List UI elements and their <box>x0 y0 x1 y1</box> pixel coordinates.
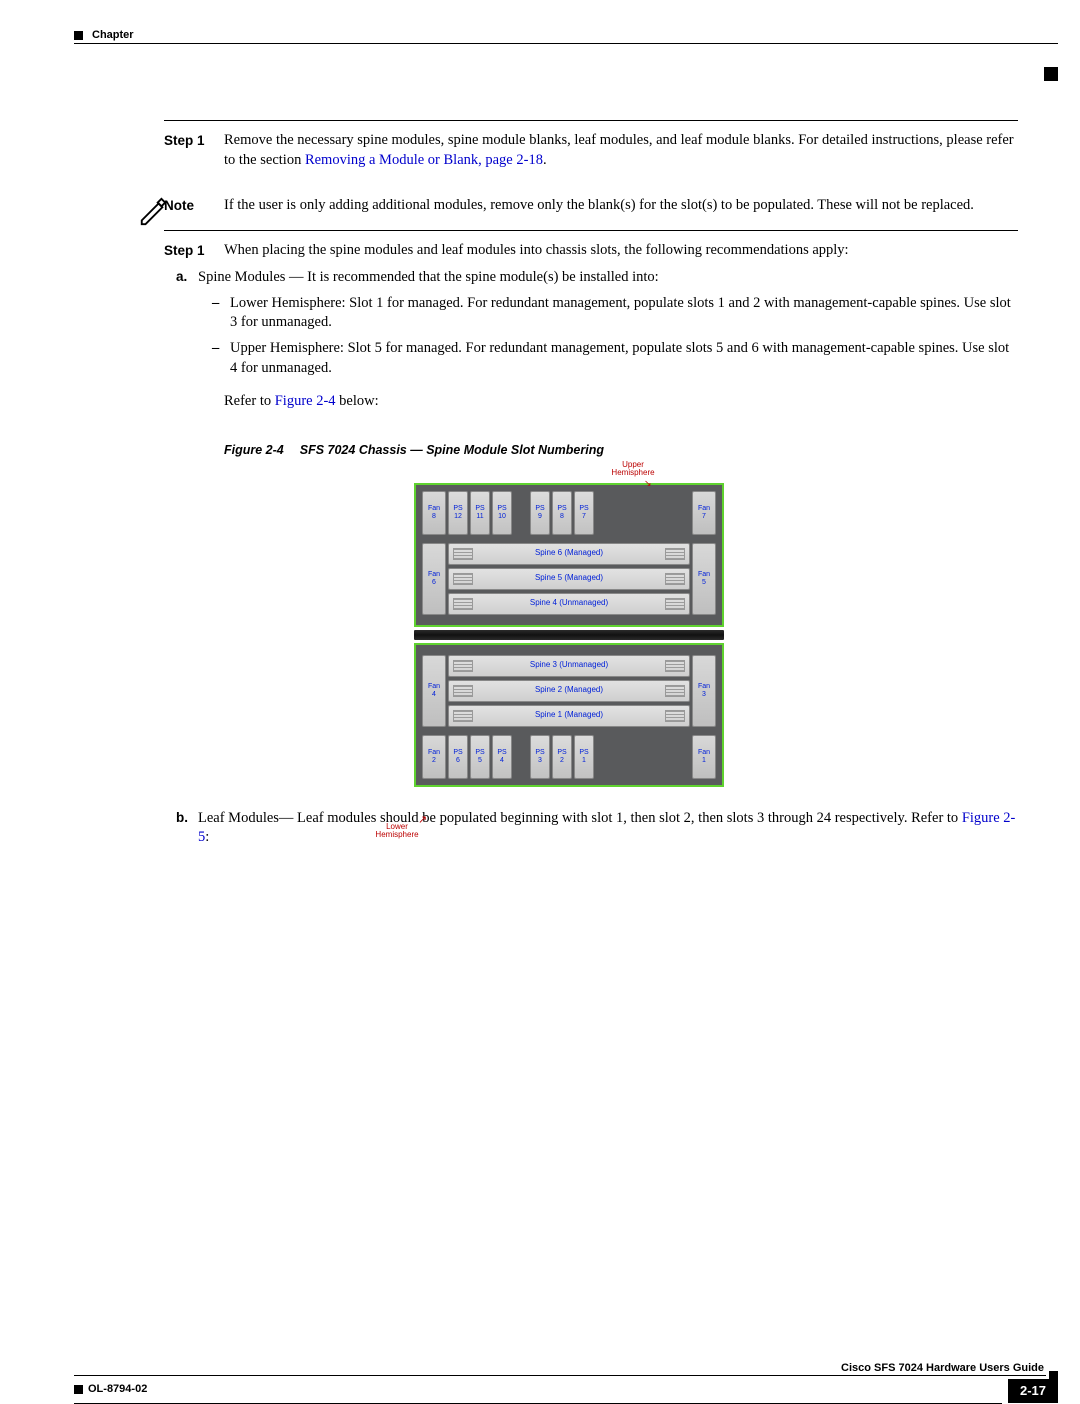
spine-slot: Spine 5 (Managed) <box>448 568 690 590</box>
ps-unit: PS6 <box>448 735 468 779</box>
step-body: Remove the necessary spine modules, spin… <box>224 131 1018 170</box>
ps-unit: PS5 <box>470 735 490 779</box>
ps-unit: PS1 <box>574 735 594 779</box>
list-text: Spine Modules — It is recommended that t… <box>198 268 1018 288</box>
section-rule <box>164 230 1018 231</box>
upper-hemisphere: Fan8 PS12 PS11 PS10 PS9 PS8 PS7 Fan7 Fan… <box>414 483 724 627</box>
footer-rule <box>74 1375 1046 1376</box>
footer-doc-id: OL-8794-02 <box>88 1382 147 1397</box>
ps-group: PS12 PS11 PS10 PS9 PS8 PS7 <box>448 491 690 535</box>
decor-square <box>74 31 83 40</box>
page-header: Chapter <box>74 29 1058 43</box>
chassis-diagram: Upper Hemisphere ↘ Fan8 PS12 PS11 PS10 P… <box>414 465 724 787</box>
spine-slot: Spine 1 (Managed) <box>448 705 690 727</box>
fan-unit: Fan6 <box>422 543 446 615</box>
dash-item: – Upper Hemisphere: Slot 5 for managed. … <box>212 339 1018 378</box>
chapter-label: Chapter <box>92 28 134 43</box>
ps-unit: PS7 <box>574 491 594 535</box>
dash-text: Lower Hemisphere: Slot 1 for managed. Fo… <box>230 294 1018 333</box>
header-rule <box>74 43 1058 44</box>
ps-unit: PS8 <box>552 491 572 535</box>
arrow-icon: ↘ <box>644 477 652 489</box>
refer-line: Refer to Figure 2-4 below: <box>224 392 1018 412</box>
fan-unit: Fan5 <box>692 543 716 615</box>
fan-unit: Fan4 <box>422 655 446 727</box>
step-body: When placing the spine modules and leaf … <box>224 241 1018 261</box>
note-label: Note <box>164 196 224 216</box>
spine-slot: Spine 4 (Unmanaged) <box>448 593 690 615</box>
page-content: Step 1 Remove the necessary spine module… <box>164 120 1018 848</box>
decor-square <box>74 1385 83 1394</box>
spine-block: Fan6 Spine 6 (Managed) Spine 5 (Managed)… <box>422 539 716 619</box>
figure-title: SFS 7024 Chassis — Spine Module Slot Num… <box>300 443 604 457</box>
fan-unit: Fan8 <box>422 491 446 535</box>
figure-number: Figure 2-4 <box>224 443 284 457</box>
fan-unit: Fan7 <box>692 491 716 535</box>
refer-post: below: <box>336 393 379 409</box>
ps-group: PS6 PS5 PS4 PS3 PS2 PS1 <box>448 735 690 779</box>
step-label: Step 1 <box>164 131 224 170</box>
xref-link[interactable]: Removing a Module or Blank, page 2-18 <box>305 152 543 168</box>
fan-unit: Fan2 <box>422 735 446 779</box>
footer-guide-title: Cisco SFS 7024 Hardware Users Guide <box>841 1361 1044 1376</box>
upper-hemi-label: Upper Hemisphere <box>606 461 660 479</box>
fan-unit: Fan1 <box>692 735 716 779</box>
step-row: Step 1 Remove the necessary spine module… <box>164 131 1018 170</box>
dash-marker: – <box>212 339 230 378</box>
refer-pre: Refer to <box>224 393 275 409</box>
xref-link[interactable]: Figure 2-4 <box>275 393 336 409</box>
spine-block: Fan4 Spine 3 (Unmanaged) Spine 2 (Manage… <box>422 651 716 731</box>
sub-a: a. Spine Modules — It is recommended tha… <box>176 268 1018 288</box>
list-text: Leaf Modules— Leaf modules should be pop… <box>198 809 1018 848</box>
list-marker: a. <box>176 268 198 288</box>
ps-unit: PS12 <box>448 491 468 535</box>
page-number: 2-17 <box>1008 1379 1058 1403</box>
decor-square <box>1044 67 1058 81</box>
b-tail: : <box>205 829 209 845</box>
step-label: Step 1 <box>164 241 224 261</box>
note-row: Note If the user is only adding addition… <box>164 196 1018 216</box>
step-row: Step 1 When placing the spine modules an… <box>164 241 1018 261</box>
ps-unit: PS10 <box>492 491 512 535</box>
spine-slot: Spine 2 (Managed) <box>448 680 690 702</box>
dash-item: – Lower Hemisphere: Slot 1 for managed. … <box>212 294 1018 333</box>
ps-row-bottom: Fan2 PS6 PS5 PS4 PS3 PS2 PS1 Fan1 <box>422 735 716 779</box>
lower-hemi-label: Lower Hemisphere <box>370 823 424 841</box>
sub-b: b. Leaf Modules— Leaf modules should be … <box>176 809 1018 848</box>
b-text: Leaf Modules— Leaf modules should be pop… <box>198 810 962 826</box>
dash-marker: – <box>212 294 230 333</box>
ps-row-top: Fan8 PS12 PS11 PS10 PS9 PS8 PS7 Fan7 <box>422 491 716 535</box>
spine-slot: Spine 3 (Unmanaged) <box>448 655 690 677</box>
ps-unit: PS2 <box>552 735 572 779</box>
fan-unit: Fan3 <box>692 655 716 727</box>
figure-caption: Figure 2-4 SFS 7024 Chassis — Spine Modul… <box>224 442 1018 459</box>
list-marker: b. <box>176 809 198 848</box>
ps-unit: PS4 <box>492 735 512 779</box>
section-rule <box>164 120 1018 121</box>
dash-text: Upper Hemisphere: Slot 5 for managed. Fo… <box>230 339 1018 378</box>
ps-unit: PS9 <box>530 491 550 535</box>
note-body: If the user is only adding additional mo… <box>224 196 1018 216</box>
spine-slot: Spine 6 (Managed) <box>448 543 690 565</box>
ps-unit: PS11 <box>470 491 490 535</box>
chassis-midbar <box>414 630 724 640</box>
lower-hemisphere: Fan4 Spine 3 (Unmanaged) Spine 2 (Manage… <box>414 643 724 787</box>
note-icon <box>138 196 168 233</box>
step-tail: . <box>543 152 547 168</box>
ps-unit: PS3 <box>530 735 550 779</box>
